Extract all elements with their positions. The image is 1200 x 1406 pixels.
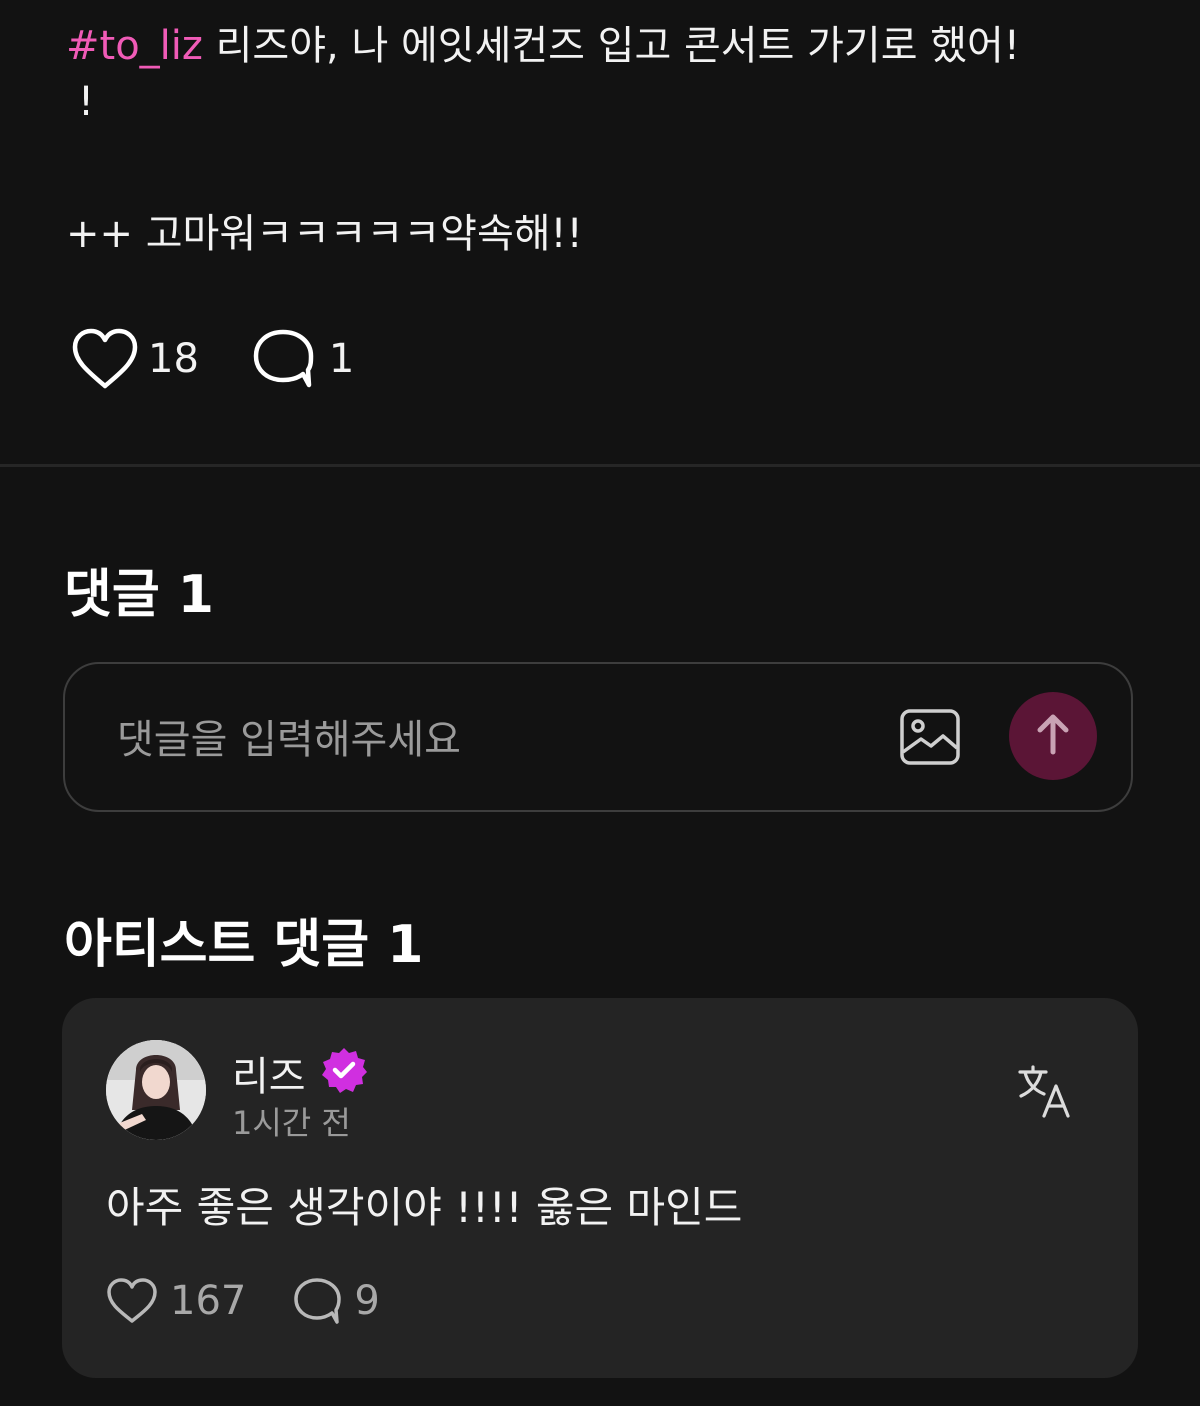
comment-author[interactable]: 리즈	[232, 1044, 306, 1102]
post-comment-count: 1	[328, 336, 355, 382]
post-like-count: 18	[148, 336, 199, 382]
speech-bubble-icon	[251, 327, 315, 391]
comment-input-box	[63, 662, 1133, 812]
artist-comments-title: 아티스트 댓글 1	[64, 915, 424, 975]
post-actions: 18 1	[70, 326, 354, 392]
comment-input[interactable]	[115, 704, 859, 776]
comment-reply-button[interactable]: 9	[292, 1276, 380, 1326]
comment-reply-count: 9	[354, 1278, 380, 1324]
artist-comment-card: 리즈 1시간 전 아주 좋은 생각이야 !!!! 옳은 마인드 167 9	[62, 998, 1138, 1378]
comment-text: 아주 좋은 생각이야 !!!! 옳은 마인드	[106, 1183, 743, 1232]
arrow-up-icon	[1033, 712, 1073, 760]
post-line-1-text: 리즈야, 나 에잇세컨즈 입고 콘서트 가기로 했어!	[202, 23, 1020, 69]
section-divider	[0, 464, 1200, 467]
comment-timestamp: 1시간 전	[232, 1104, 351, 1142]
send-button[interactable]	[1009, 692, 1097, 780]
post-comment-button[interactable]: 1	[251, 327, 354, 391]
post-line-2: !	[78, 79, 95, 125]
comment-like-button[interactable]: 167	[106, 1277, 246, 1325]
translate-button[interactable]	[1016, 1064, 1072, 1120]
image-attach-button[interactable]	[899, 708, 961, 766]
comment-like-count: 167	[170, 1278, 247, 1324]
heart-icon	[106, 1277, 158, 1325]
post-line-3: ++ 고마워ㅋㅋㅋㅋㅋ약속해!!	[66, 211, 583, 257]
post-blank-line	[66, 130, 1146, 206]
post-content: #to_liz 리즈야, 나 에잇세컨즈 입고 콘서트 가기로 했어! ! ++…	[66, 18, 1146, 262]
comments-title: 댓글 1	[64, 565, 214, 625]
comment-actions: 167 9	[106, 1268, 380, 1334]
post-line-1: #to_liz 리즈야, 나 에잇세컨즈 입고 콘서트 가기로 했어!	[66, 18, 1146, 74]
avatar[interactable]	[106, 1040, 206, 1140]
translate-icon	[1016, 1065, 1072, 1124]
image-icon	[899, 709, 961, 770]
post-like-button[interactable]: 18	[70, 327, 199, 391]
heart-icon	[70, 327, 140, 391]
verified-badge-icon	[320, 1046, 368, 1094]
speech-bubble-icon	[292, 1276, 342, 1326]
post-hashtag[interactable]: #to_liz	[66, 23, 203, 69]
